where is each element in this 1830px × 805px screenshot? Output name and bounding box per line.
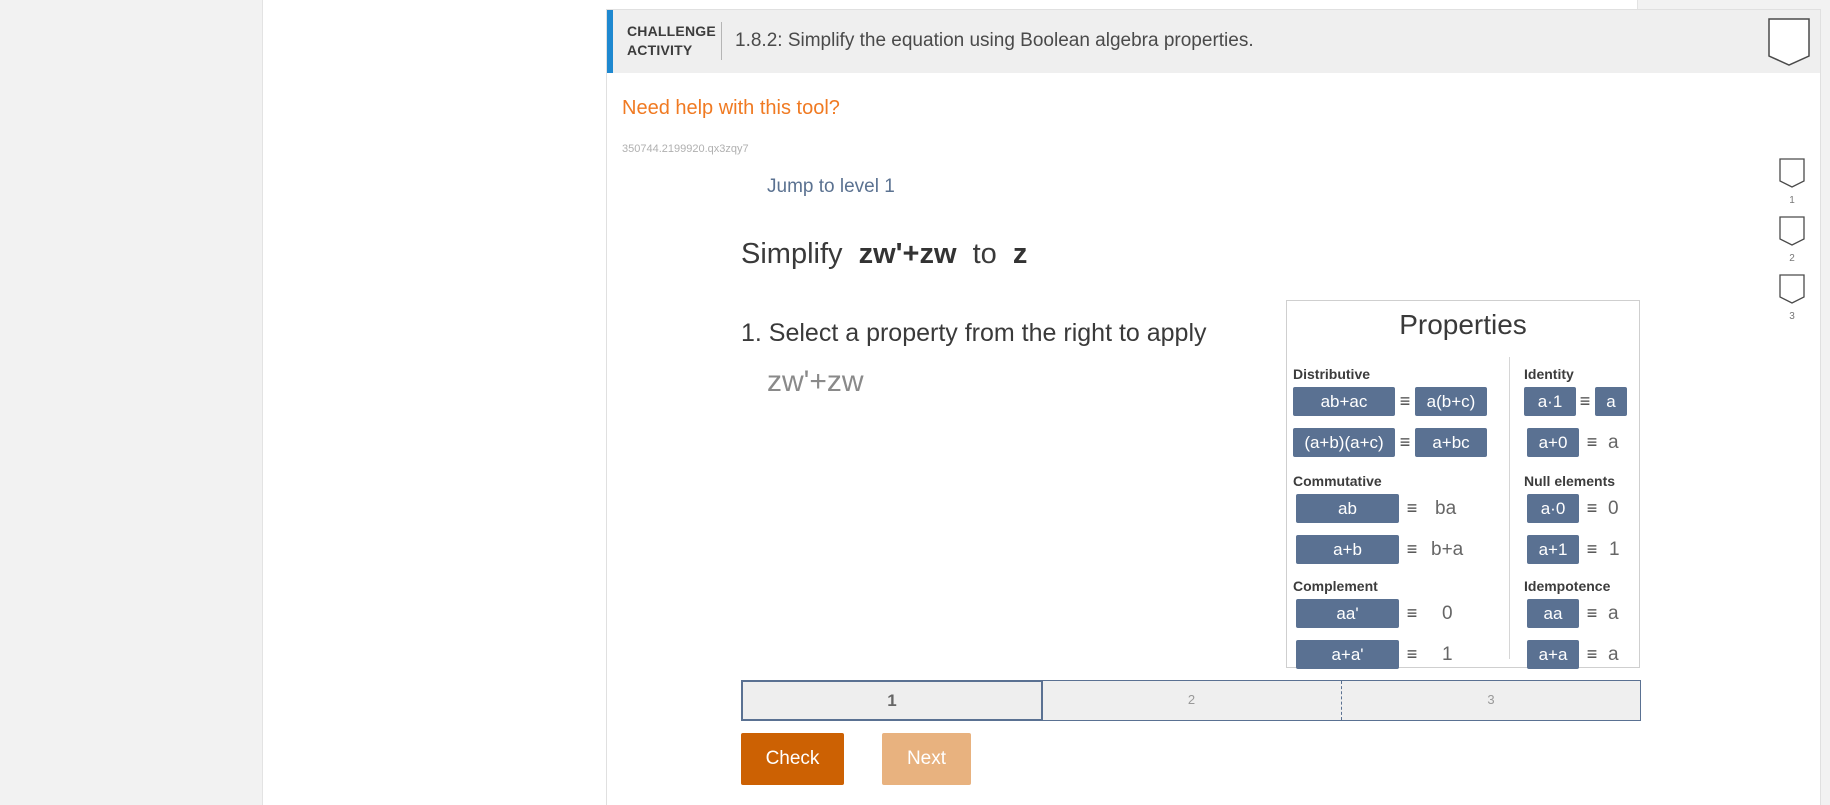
page-background: CHALLENGE ACTIVITY 1.8.2: Simplify the e… xyxy=(262,0,1821,805)
tag-line-2: ACTIVITY xyxy=(627,42,693,58)
activity-type-tag: CHALLENGE ACTIVITY xyxy=(627,22,716,60)
properties-panel: Properties Distributive ab+ac ≡ a(b+c) (… xyxy=(1286,300,1640,669)
completion-badge-icon xyxy=(1768,18,1810,71)
progress-step-3[interactable]: 3 xyxy=(1342,681,1640,720)
properties-divider xyxy=(1509,357,1510,659)
property-rhs-commutative-1: ba xyxy=(1435,498,1457,519)
property-rhs-null-elements-2: 1 xyxy=(1609,539,1620,560)
level-indicator-number: 2 xyxy=(1789,253,1795,264)
activity-header: CHALLENGE ACTIVITY 1.8.2: Simplify the e… xyxy=(607,10,1820,73)
level-indicator-3[interactable]: 3 xyxy=(1777,274,1807,322)
property-button-commutative-1[interactable]: ab xyxy=(1296,494,1399,523)
tag-line-1: CHALLENGE xyxy=(627,23,716,39)
property-button-commutative-2[interactable]: a+b xyxy=(1296,535,1399,564)
property-button-idempotence-1[interactable]: aa xyxy=(1527,599,1579,628)
property-rhs-idempotence-2: a xyxy=(1608,644,1619,665)
next-button[interactable]: Next xyxy=(882,733,971,785)
group-label-complement: Complement xyxy=(1293,578,1378,594)
equiv-symbol: ≡ xyxy=(1399,391,1411,411)
progress-step-1[interactable]: 1 xyxy=(741,680,1043,721)
property-rhs-null-elements-1: 0 xyxy=(1608,498,1619,519)
property-button-distributive-2-left[interactable]: (a+b)(a+c) xyxy=(1293,428,1395,457)
equiv-symbol: ≡ xyxy=(1586,498,1598,518)
group-label-commutative: Commutative xyxy=(1293,473,1382,489)
equiv-symbol: ≡ xyxy=(1586,432,1598,452)
property-rhs-idempotence-1: a xyxy=(1608,603,1619,624)
equiv-symbol: ≡ xyxy=(1579,391,1591,411)
level-indicator-1[interactable]: 1 xyxy=(1777,158,1807,206)
group-label-null-elements: Null elements xyxy=(1524,473,1616,489)
property-button-distributive-2-right[interactable]: a+bc xyxy=(1415,428,1487,457)
help-link[interactable]: Need help with this tool? xyxy=(622,97,840,120)
property-button-identity-2[interactable]: a+0 xyxy=(1527,428,1579,457)
property-rhs-complement-1: 0 xyxy=(1442,603,1453,624)
property-rhs-identity-2: a xyxy=(1608,432,1619,453)
group-label-idempotence: Idempotence xyxy=(1524,578,1611,594)
property-button-idempotence-2[interactable]: a+a xyxy=(1527,640,1579,669)
progress-step-2[interactable]: 2 xyxy=(1042,681,1341,720)
property-button-complement-1[interactable]: aa' xyxy=(1296,599,1399,628)
property-button-identity-1-left[interactable]: a·1 xyxy=(1524,387,1576,416)
level-indicator-2[interactable]: 2 xyxy=(1777,216,1807,264)
group-label-distributive: Distributive xyxy=(1293,366,1371,382)
equiv-symbol: ≡ xyxy=(1399,432,1411,452)
level-indicator-number: 1 xyxy=(1789,195,1795,206)
property-rhs-commutative-2: b+a xyxy=(1431,539,1464,560)
header-divider xyxy=(721,22,722,60)
equiv-symbol: ≡ xyxy=(1406,498,1418,518)
prompt-target: z xyxy=(1012,238,1028,270)
level-badge-icon xyxy=(1779,274,1805,304)
problem-prompt: Simplify zw'+zw to z xyxy=(741,238,1035,271)
property-button-complement-2[interactable]: a+a' xyxy=(1296,640,1399,669)
jump-to-level-link[interactable]: Jump to level 1 xyxy=(767,176,895,198)
equiv-symbol: ≡ xyxy=(1406,644,1418,664)
equiv-symbol: ≡ xyxy=(1586,603,1598,623)
group-label-identity: Identity xyxy=(1524,366,1574,382)
equiv-symbol: ≡ xyxy=(1586,539,1598,559)
current-expression: zw'+zw xyxy=(767,365,864,398)
equiv-symbol: ≡ xyxy=(1406,539,1418,559)
equiv-symbol: ≡ xyxy=(1406,603,1418,623)
activity-title: 1.8.2: Simplify the equation using Boole… xyxy=(735,30,1254,51)
level-badge-icon xyxy=(1779,158,1805,188)
level-progress-bar: 1 2 3 xyxy=(741,680,1641,721)
equiv-symbol: ≡ xyxy=(1586,644,1598,664)
property-button-distributive-1-left[interactable]: ab+ac xyxy=(1293,387,1395,416)
prompt-expression: zw'+zw xyxy=(858,238,957,270)
prompt-connector: to xyxy=(972,238,997,270)
challenge-card: CHALLENGE ACTIVITY 1.8.2: Simplify the e… xyxy=(606,9,1821,805)
property-rhs-complement-2: 1 xyxy=(1442,644,1453,665)
property-button-identity-1-right[interactable]: a xyxy=(1595,387,1627,416)
prompt-lead: Simplify xyxy=(741,238,843,270)
step-instruction: 1. Select a property from the right to a… xyxy=(741,319,1207,347)
property-button-null-elements-1[interactable]: a·0 xyxy=(1527,494,1579,523)
properties-title: Properties xyxy=(1399,309,1527,340)
level-badge-icon xyxy=(1779,216,1805,246)
property-button-distributive-1-right[interactable]: a(b+c) xyxy=(1415,387,1487,416)
activity-id: 350744.2199920.qx3zqy7 xyxy=(622,143,749,155)
level-indicator-number: 3 xyxy=(1789,311,1795,322)
property-button-null-elements-2[interactable]: a+1 xyxy=(1527,535,1579,564)
check-button[interactable]: Check xyxy=(741,733,844,785)
